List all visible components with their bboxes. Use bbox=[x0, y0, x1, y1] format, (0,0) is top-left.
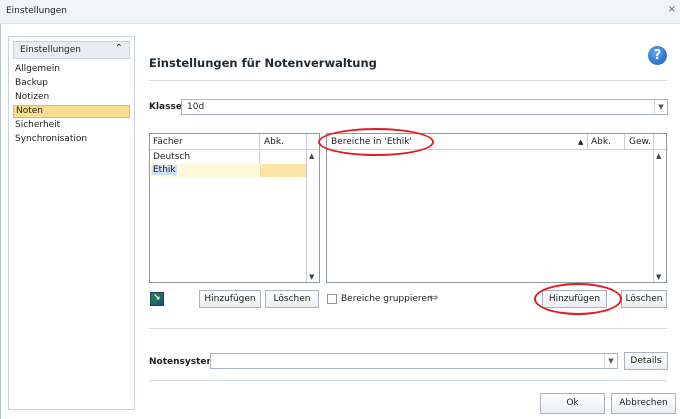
ok-button[interactable]: Ok bbox=[540, 393, 605, 414]
window-titlebar: Einstellungen ⨯ bbox=[0, 0, 680, 24]
faecher-table: Fächer Abk. Deutsch Ethik ▲ ▼ bbox=[149, 133, 320, 283]
column-header-gew[interactable]: Gew. bbox=[629, 137, 651, 147]
faecher-add-button[interactable]: Hinzufügen bbox=[199, 290, 261, 308]
title-divider bbox=[149, 80, 667, 81]
sidebar-item-noten[interactable]: Noten bbox=[13, 105, 130, 118]
annotation-ellipse bbox=[318, 128, 434, 156]
klasse-value: 10d bbox=[187, 102, 205, 112]
table-row[interactable]: Deutsch bbox=[150, 151, 259, 164]
bereiche-scrollbar[interactable]: ▲ ▼ bbox=[654, 151, 665, 282]
footer-divider bbox=[149, 380, 667, 381]
klasse-select[interactable]: 10d ▼ bbox=[181, 99, 668, 115]
column-header-abk[interactable]: Abk. bbox=[264, 137, 284, 147]
window-title: Einstellungen bbox=[6, 6, 68, 16]
column-divider bbox=[259, 151, 260, 164]
sidebar-item-allgemein[interactable]: Allgemein bbox=[13, 63, 130, 76]
klasse-label: Klasse bbox=[149, 102, 182, 112]
group-checkbox-label: Bereiche gruppieren bbox=[341, 294, 433, 304]
settings-sidebar: Einstellungen ⌃ Allgemein Backup Notizen… bbox=[8, 36, 135, 410]
scroll-up-icon[interactable]: ▲ bbox=[309, 152, 314, 160]
annotation-ellipse bbox=[534, 283, 622, 315]
faecher-delete-button[interactable]: Löschen bbox=[265, 290, 319, 308]
notensystem-select[interactable]: ▼ bbox=[210, 353, 618, 369]
faecher-table-header: Fächer Abk. bbox=[150, 134, 319, 150]
chevron-up-icon[interactable]: ⌃ bbox=[115, 43, 123, 54]
details-button[interactable]: Details bbox=[624, 352, 668, 370]
section-divider bbox=[149, 328, 667, 329]
sidebar-item-notizen[interactable]: Notizen bbox=[13, 91, 130, 104]
table-row-selected[interactable]: Ethik bbox=[150, 164, 259, 177]
sidebar-item-synchronisation[interactable]: Synchronisation bbox=[13, 133, 130, 146]
notensystem-label: Notensystem bbox=[149, 357, 216, 367]
column-header-abk[interactable]: Abk. bbox=[591, 137, 611, 147]
scroll-down-icon[interactable]: ▼ bbox=[656, 273, 661, 281]
chevron-down-icon[interactable]: ▼ bbox=[604, 354, 617, 368]
scroll-down-icon[interactable]: ▼ bbox=[309, 273, 314, 281]
sidebar-item-backup[interactable]: Backup bbox=[13, 77, 130, 90]
group-icon: ⇔ bbox=[429, 291, 439, 304]
column-divider bbox=[259, 134, 260, 150]
column-divider bbox=[624, 134, 625, 150]
bereiche-delete-button[interactable]: Löschen bbox=[621, 290, 667, 308]
scroll-up-icon[interactable]: ▲ bbox=[656, 152, 661, 160]
selected-cell-text: Ethik bbox=[152, 165, 177, 175]
excel-import-icon[interactable]: ↘ bbox=[150, 292, 164, 306]
table-cell-abk[interactable] bbox=[260, 164, 306, 177]
faecher-scrollbar[interactable]: ▲ ▼ bbox=[307, 151, 318, 282]
settings-content: Einstellungen für Notenverwaltung ? Klas… bbox=[137, 36, 678, 410]
help-icon[interactable]: ? bbox=[648, 46, 667, 65]
column-divider bbox=[587, 134, 588, 150]
sidebar-item-sicherheit[interactable]: Sicherheit bbox=[13, 119, 130, 132]
sort-up-icon[interactable]: ▲ bbox=[578, 138, 583, 146]
chevron-down-icon[interactable]: ▼ bbox=[654, 100, 667, 114]
group-checkbox[interactable] bbox=[327, 294, 337, 304]
close-icon[interactable]: ⨯ bbox=[668, 4, 676, 15]
page-title: Einstellungen für Notenverwaltung bbox=[149, 56, 377, 70]
cancel-button[interactable]: Abbrechen bbox=[611, 393, 676, 414]
sidebar-header[interactable]: Einstellungen ⌃ bbox=[13, 41, 130, 59]
sidebar-header-label: Einstellungen bbox=[20, 45, 82, 55]
column-header-faecher[interactable]: Fächer bbox=[153, 137, 183, 147]
